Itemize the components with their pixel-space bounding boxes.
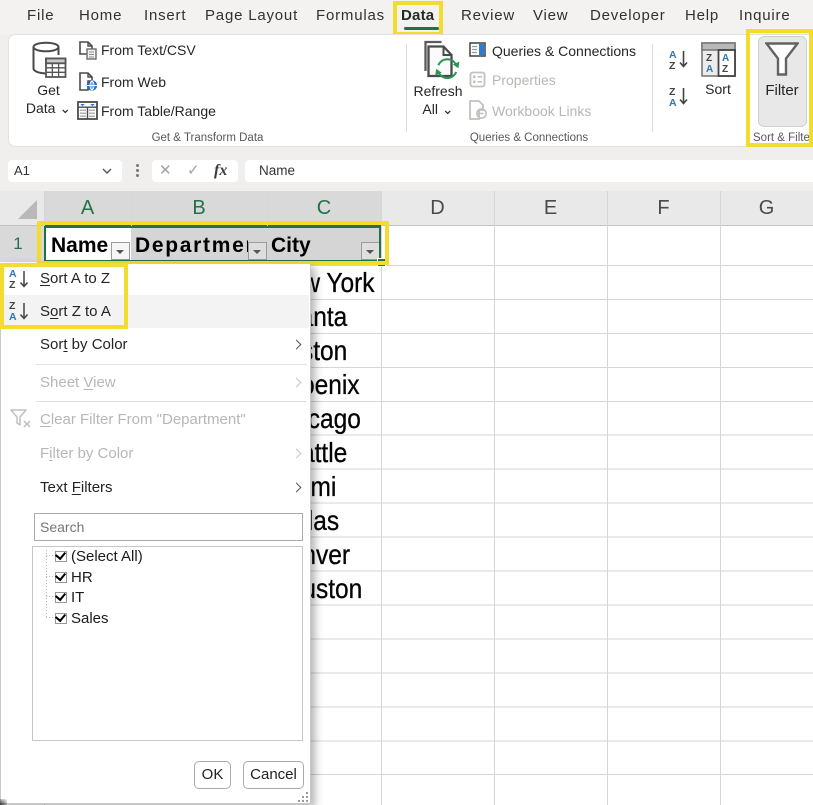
svg-text:Z: Z: [722, 64, 728, 75]
svg-text:A: A: [722, 53, 729, 64]
svg-text:A: A: [706, 64, 713, 75]
svg-text:Z: Z: [669, 60, 676, 71]
svg-text:A: A: [669, 97, 677, 108]
svg-text:Z: Z: [706, 53, 712, 64]
